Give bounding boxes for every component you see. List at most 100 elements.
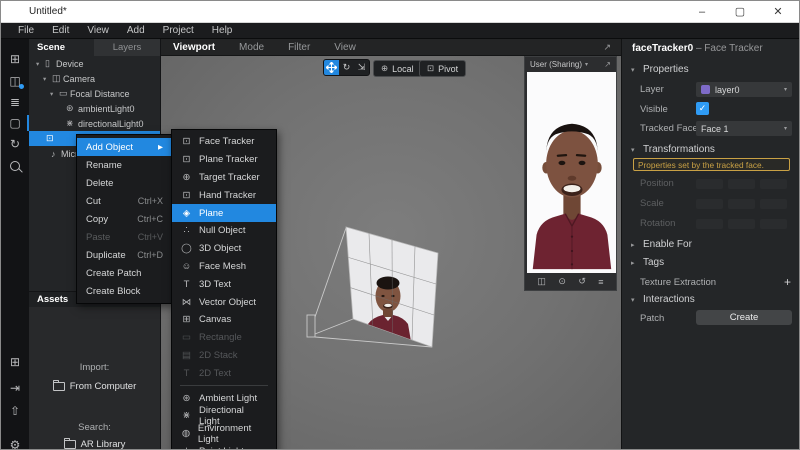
environment-light-icon: ◍ <box>181 428 191 439</box>
section-transformations[interactable]: ▾ Transformations <box>631 144 715 155</box>
3d-text-icon: T <box>181 279 192 290</box>
ar-library-button[interactable]: AR Library <box>29 439 160 450</box>
tab-layers[interactable]: Layers <box>94 39 160 56</box>
collapse-arrow-icon[interactable]: ▾ <box>43 75 46 83</box>
tab-filter[interactable]: Filter <box>288 42 310 53</box>
tree-item-camera[interactable]: ▾ ◫ Camera <box>29 71 160 86</box>
submenu-item-face-mesh[interactable]: ☺Face Mesh <box>172 258 276 276</box>
context-item-delete[interactable]: Delete <box>77 174 172 192</box>
menu-file[interactable]: File <box>9 25 43 36</box>
viewport-toggle-button[interactable]: ▢ <box>1 113 29 133</box>
minimize-button[interactable]: – <box>687 2 717 22</box>
section-enable-for[interactable]: ▸ Enable For <box>631 239 692 250</box>
video-source-selector[interactable]: User (Sharing) <box>530 60 582 69</box>
3d-object-icon: ◯ <box>181 243 192 254</box>
rotate-tool-button[interactable]: ↻ <box>339 60 354 75</box>
submenu-item-null-object[interactable]: ∴Null Object <box>172 222 276 240</box>
screenshot-icon[interactable]: ⊙ <box>558 276 566 287</box>
left-toolbar: ⊞ ◫ ≣ ▢ ↻ ⊞ ⇥ ⇧ ⚙ <box>1 39 29 450</box>
context-item-duplicate[interactable]: DuplicateCtrl+D <box>77 246 172 264</box>
pop-out-preview-icon[interactable]: ↗ <box>604 60 611 69</box>
add-texture-extraction-button[interactable]: + <box>784 275 791 289</box>
add-asset-button[interactable]: ⊞ <box>1 352 29 372</box>
tracked-face-dropdown[interactable]: Face 1 ▾ <box>696 121 792 136</box>
window-title: Untitled* <box>29 6 67 17</box>
layer-dropdown[interactable]: layer0 ▾ <box>696 82 792 97</box>
collapse-arrow-icon[interactable]: ▾ <box>36 60 39 68</box>
tree-item-directional-light[interactable]: ⋇ directionalLight0 <box>29 116 160 131</box>
settings-button[interactable]: ⚙ <box>1 435 29 450</box>
menu-help[interactable]: Help <box>203 25 242 36</box>
context-item-copy[interactable]: CopyCtrl+C <box>77 210 172 228</box>
tree-item-focal-distance[interactable]: ▾ ▭ Focal Distance <box>29 86 160 101</box>
submenu-item-canvas[interactable]: ⊞Canvas <box>172 311 276 329</box>
3d-plane-object[interactable] <box>346 227 438 347</box>
submenu-item-plane[interactable]: ◈Plane <box>172 204 276 222</box>
tracker-icon: ⊡ <box>46 133 54 144</box>
scale-x-field <box>696 199 723 209</box>
patch-editor-button[interactable]: ≣ <box>1 92 29 112</box>
submenu-item-plane-tracker[interactable]: ⊡Plane Tracker <box>172 151 276 169</box>
tracked-face-notice: Properties set by the tracked face. <box>633 158 790 171</box>
menu-add[interactable]: Add <box>118 25 154 36</box>
context-item-create-block[interactable]: Create Block <box>77 282 172 300</box>
webcam-feed <box>527 72 616 273</box>
context-item-add-object[interactable]: Add Object ▶ <box>77 138 172 156</box>
submenu-item-target-tracker[interactable]: ⊕Target Tracker <box>172 169 276 187</box>
pop-out-viewport-icon[interactable]: ↗ <box>603 42 611 53</box>
create-patch-button[interactable]: Create <box>696 310 792 325</box>
layer-color-swatch <box>701 85 710 94</box>
context-item-rename[interactable]: Rename <box>77 156 172 174</box>
collapse-arrow-icon[interactable]: ▾ <box>50 90 53 98</box>
tab-viewport[interactable]: Viewport <box>173 42 215 53</box>
visible-checkbox[interactable]: ✓ <box>696 102 709 115</box>
local-global-toggle[interactable]: ⊕ Local <box>373 60 422 77</box>
tree-item-device[interactable]: ▾ ▯ Device <box>29 56 160 71</box>
tab-view[interactable]: View <box>334 42 356 53</box>
submenu-item-environment-light[interactable]: ◍Environment Light <box>172 425 276 443</box>
patch-label: Patch <box>640 313 664 324</box>
tab-scene[interactable]: Scene <box>29 39 94 56</box>
submenu-item-hand-tracker[interactable]: ⊡Hand Tracker <box>172 186 276 204</box>
2d-stack-icon: ▤ <box>181 350 192 361</box>
section-interactions[interactable]: ▾ Interactions <box>631 294 695 305</box>
menu-edit[interactable]: Edit <box>43 25 78 36</box>
chevron-down-icon: ▾ <box>784 125 787 132</box>
hand-tracker-icon: ⊡ <box>181 190 192 201</box>
menu-view[interactable]: View <box>78 25 118 36</box>
camera-preview-button[interactable]: ◫ <box>1 71 29 91</box>
scale-tool-button[interactable]: ⇲ <box>354 60 369 75</box>
maximize-button[interactable]: ▢ <box>725 2 755 22</box>
menu-project[interactable]: Project <box>154 25 203 36</box>
context-item-create-patch[interactable]: Create Patch <box>77 264 172 282</box>
search-button[interactable] <box>1 156 29 176</box>
publish-button[interactable]: ⇧ <box>1 401 29 421</box>
tree-item-ambient-light[interactable]: ⊛ ambientLight0 <box>29 101 160 116</box>
import-button[interactable]: ⇥ <box>1 378 29 398</box>
pivot-toggle[interactable]: ⊡ Pivot <box>419 60 466 77</box>
publish-icon: ⇧ <box>10 404 20 418</box>
submenu-item-3d-object[interactable]: ◯3D Object <box>172 240 276 258</box>
scale-icon: ⇲ <box>358 62 366 73</box>
submenu-item-3d-text[interactable]: T3D Text <box>172 275 276 293</box>
gizmo-icon[interactable]: ↺ <box>578 276 586 287</box>
scene-understanding-button[interactable]: ⊞ <box>1 49 29 69</box>
context-item-cut[interactable]: CutCtrl+X <box>77 192 172 210</box>
submenu-item-face-tracker[interactable]: ⊡Face Tracker <box>172 133 276 151</box>
menu-icon[interactable]: ≡ <box>598 277 603 287</box>
position-x-field <box>696 179 723 189</box>
expand-arrow-icon: ▸ <box>631 241 638 249</box>
texture-extraction-label: Texture Extraction <box>640 277 716 288</box>
chevron-down-icon: ▾ <box>585 61 588 68</box>
section-tags[interactable]: ▸ Tags <box>631 257 664 268</box>
move-tool-button[interactable] <box>324 60 339 75</box>
close-button[interactable]: ✕ <box>763 2 793 22</box>
from-computer-button[interactable]: From Computer <box>29 381 160 392</box>
submenu-item-vector-object[interactable]: ⋈Vector Object <box>172 293 276 311</box>
collapse-arrow-icon: ▾ <box>631 296 638 304</box>
tab-mode[interactable]: Mode <box>239 42 264 53</box>
section-properties[interactable]: ▾ Properties <box>631 64 689 75</box>
video-toggle-icon[interactable]: ◫ <box>537 276 546 287</box>
restart-button[interactable]: ↻ <box>1 134 29 154</box>
plane-tracker-icon: ⊡ <box>181 154 192 165</box>
